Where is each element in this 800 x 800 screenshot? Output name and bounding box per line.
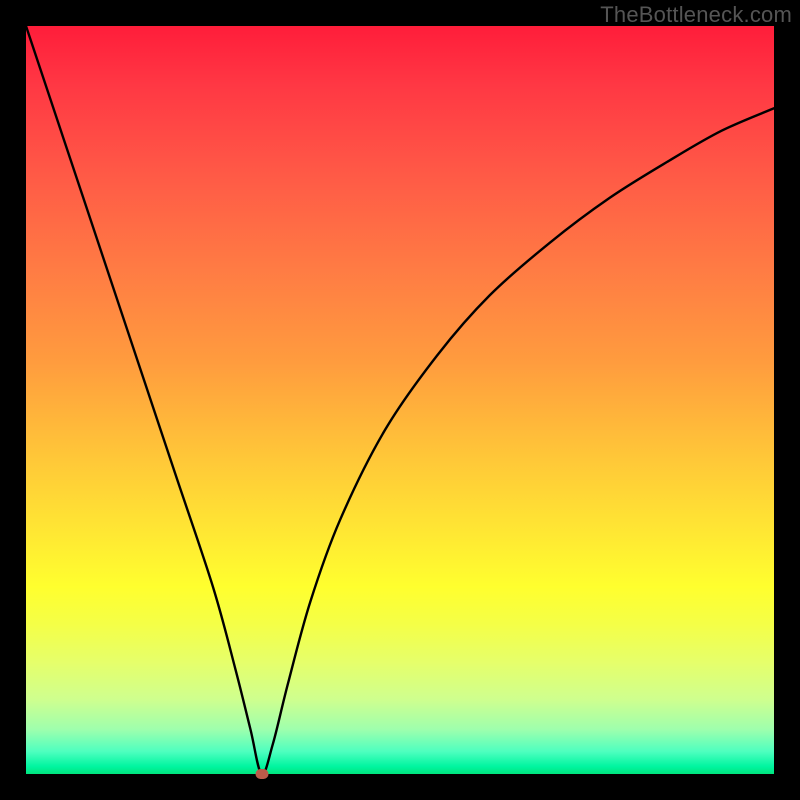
bottleneck-curve [26,26,774,774]
minimum-marker [255,769,268,779]
curve-path [26,26,774,774]
plot-area [26,26,774,774]
chart-frame: TheBottleneck.com [0,0,800,800]
watermark-text: TheBottleneck.com [600,2,792,28]
